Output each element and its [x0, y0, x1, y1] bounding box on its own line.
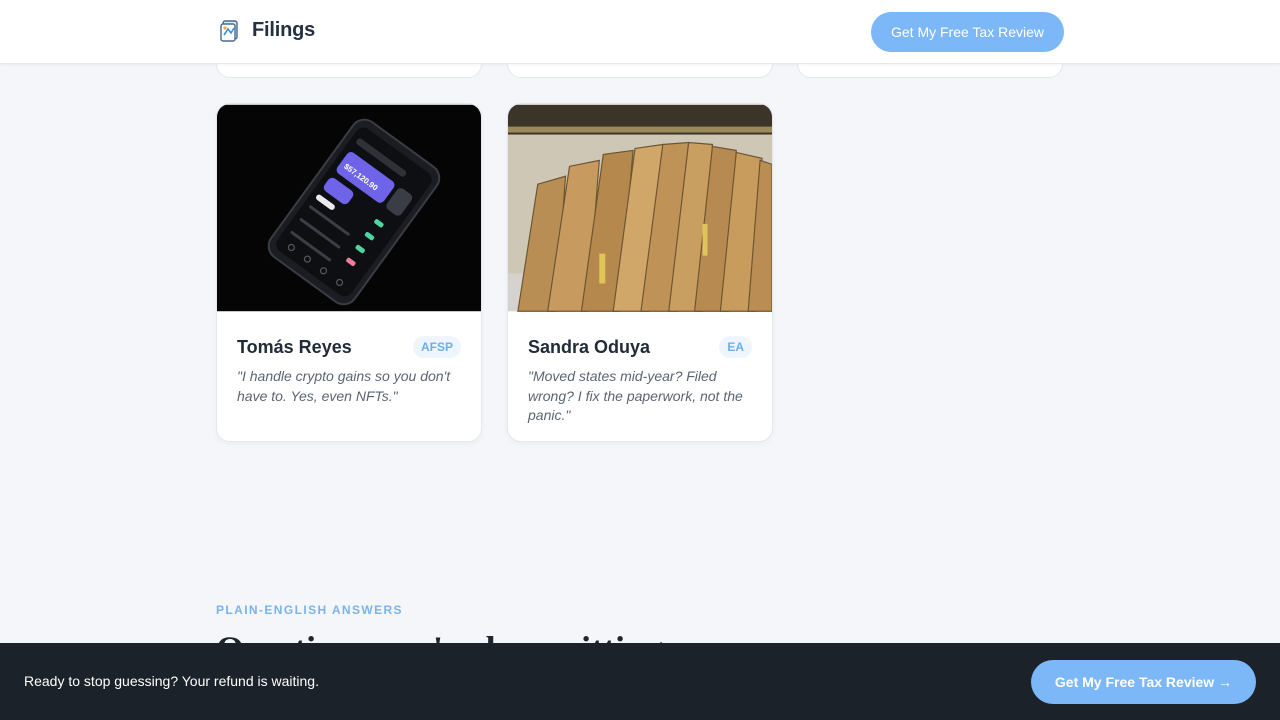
- sticky-cta-button[interactable]: Get My Free Tax Review →: [1031, 660, 1256, 704]
- expert-quote: "I handle crypto gains so you don't have…: [237, 368, 451, 404]
- phone-crypto-app-photo: $57,120.90: [217, 104, 481, 312]
- site-header: Filings Get My Free Tax Review: [0, 0, 1280, 64]
- brand-name: Filings: [252, 19, 316, 41]
- sticky-cta-text: Ready to stop guessing? Your refund is w…: [24, 673, 319, 689]
- file-folders-photo: [508, 104, 772, 312]
- sticky-cta-bar: Ready to stop guessing? Your refund is w…: [0, 643, 1280, 720]
- section-eyebrow: PLAIN-ENGLISH ANSWERS: [216, 603, 403, 617]
- brand-logo-icon: [220, 19, 238, 42]
- expert-name: Sandra Oduya: [528, 336, 651, 357]
- expert-name: Tomás Reyes: [237, 336, 352, 357]
- expert-card[interactable]: Sandra Oduya EA "Moved states mid-year? …: [507, 103, 773, 442]
- expert-quote: "Moved states mid-year? Filed wrong? I f…: [528, 368, 743, 423]
- header-cta-button[interactable]: Get My Free Tax Review: [871, 12, 1064, 52]
- brand[interactable]: Filings: [220, 19, 315, 42]
- credential-badge: EA: [719, 336, 752, 358]
- credential-badge: AFSP: [412, 336, 461, 358]
- expert-card[interactable]: $57,120.90 Tomás Reyes AFSP "I handle cr…: [216, 103, 482, 442]
